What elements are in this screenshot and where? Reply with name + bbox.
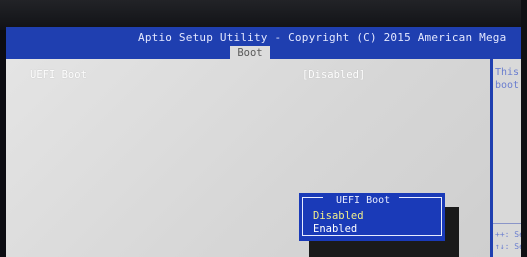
monitor-bezel-right bbox=[521, 0, 527, 257]
setting-value-uefi-boot[interactable]: [Disabled] bbox=[302, 69, 365, 81]
uefi-boot-popup: UEFI Boot Disabled Enabled bbox=[299, 193, 445, 241]
help-keys: ++: Se ↑↓: Se bbox=[495, 230, 521, 251]
popup-option-disabled[interactable]: Disabled bbox=[313, 210, 364, 222]
tab-boot[interactable]: Boot bbox=[230, 46, 270, 60]
popup-title: UEFI Boot bbox=[336, 195, 391, 206]
popup-frame: UEFI Boot Disabled Enabled bbox=[302, 195, 442, 236]
help-divider bbox=[493, 223, 521, 224]
popup-option-enabled[interactable]: Enabled bbox=[313, 223, 357, 235]
bios-screen: Aptio Setup Utility - Copyright (C) 2015… bbox=[6, 27, 521, 257]
setting-label-uefi-boot[interactable]: UEFI Boot bbox=[30, 69, 87, 81]
help-panel: This boot ++: Se ↑↓: Se bbox=[493, 59, 521, 257]
help-text: This boot bbox=[495, 67, 520, 91]
app-title: Aptio Setup Utility - Copyright (C) 2015… bbox=[138, 31, 507, 44]
title-bar: Aptio Setup Utility - Copyright (C) 2015… bbox=[6, 27, 521, 60]
monitor-bezel-top bbox=[0, 0, 527, 30]
